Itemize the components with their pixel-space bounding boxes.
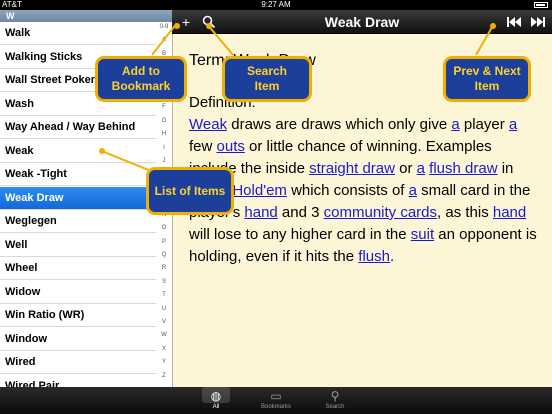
prev-item-button[interactable] bbox=[504, 13, 524, 31]
definition-link[interactable]: a bbox=[417, 160, 425, 177]
globe-icon: ◍ bbox=[210, 389, 222, 403]
definition-text: Weak draws are draws which only give a p… bbox=[189, 114, 539, 268]
index-letter[interactable]: I bbox=[156, 145, 172, 151]
definition-link[interactable]: flush draw bbox=[429, 160, 497, 177]
list-item[interactable]: Wired bbox=[0, 351, 156, 374]
index-letter[interactable]: P bbox=[156, 239, 172, 245]
list-item[interactable]: Walk bbox=[0, 22, 156, 45]
tab-all[interactable]: ◍ All bbox=[186, 387, 246, 414]
index-letter[interactable]: R bbox=[156, 265, 172, 271]
list-item[interactable]: Window bbox=[0, 328, 156, 351]
callout-leader-dot bbox=[174, 23, 180, 29]
index-letter[interactable]: H bbox=[156, 131, 172, 137]
index-letter[interactable]: F bbox=[156, 104, 172, 110]
definition-segment: player bbox=[459, 116, 509, 133]
index-letter[interactable]: X bbox=[156, 346, 172, 352]
book-icon: ▭ bbox=[270, 389, 282, 403]
prev-icon bbox=[507, 17, 521, 27]
callout-label: Prev & Next Item bbox=[453, 64, 521, 93]
next-icon bbox=[531, 17, 545, 27]
definition-segment: draws are draws which only give bbox=[227, 116, 452, 133]
status-time: 9:27 AM bbox=[261, 0, 291, 9]
callout-leader-dot bbox=[99, 148, 105, 154]
definition-link[interactable]: a bbox=[451, 116, 459, 133]
index-letter[interactable]: Y bbox=[156, 359, 172, 365]
definition-link[interactable]: suit bbox=[411, 226, 434, 243]
index-letter[interactable]: J bbox=[156, 158, 172, 164]
list-item[interactable]: Wheel bbox=[0, 257, 156, 280]
callout-leader-dot bbox=[206, 23, 212, 29]
status-bar: AT&T 9:27 AM bbox=[0, 0, 552, 10]
index-letter[interactable]: T bbox=[156, 292, 172, 298]
prev-next-callout: Prev & Next Item bbox=[443, 56, 531, 102]
definition-segment: will lose to any higher card in the bbox=[189, 226, 411, 243]
tab-label: All bbox=[212, 404, 220, 410]
definition-segment: and 3 bbox=[277, 204, 324, 221]
toolbar: + Weak Draw bbox=[172, 10, 552, 34]
definition-link[interactable]: flush bbox=[358, 248, 390, 265]
next-item-button[interactable] bbox=[528, 13, 548, 31]
list-item[interactable]: Way Ahead / Way Behind bbox=[0, 116, 156, 139]
tab-bookmarks[interactable]: ▭ Bookmarks bbox=[246, 387, 306, 414]
definition-link[interactable]: straight draw bbox=[309, 160, 395, 177]
index-letter[interactable]: G bbox=[156, 118, 172, 124]
list-item[interactable]: Weak -Tight bbox=[0, 163, 156, 186]
definition-link[interactable]: a bbox=[509, 116, 517, 133]
definition-link[interactable]: Weak bbox=[189, 116, 227, 133]
list-item[interactable]: Weak bbox=[0, 140, 156, 163]
list-item[interactable]: Well bbox=[0, 234, 156, 257]
index-letter[interactable]: Q bbox=[156, 252, 172, 258]
list-item[interactable]: Win Ratio (WR) bbox=[0, 304, 156, 327]
definition-segment: . bbox=[389, 248, 395, 265]
index-letter[interactable]: V bbox=[156, 319, 172, 325]
tab-search[interactable]: ⚲ Search bbox=[305, 387, 365, 414]
definition-segment: in bbox=[497, 160, 514, 177]
index-letter[interactable]: Z bbox=[156, 373, 172, 379]
definition-link[interactable]: community cards bbox=[324, 204, 437, 221]
definition-segment: , as this bbox=[437, 204, 493, 221]
definition-link[interactable]: hand bbox=[493, 204, 526, 221]
callout-label: List of Items bbox=[154, 183, 226, 198]
definition-link[interactable]: a bbox=[409, 182, 417, 199]
definition-segment: which consists of bbox=[286, 182, 409, 199]
tab-label: Bookmarks bbox=[260, 404, 291, 410]
list-item[interactable]: Weak Draw bbox=[0, 186, 156, 210]
page-title: Weak Draw bbox=[324, 14, 400, 30]
index-letter[interactable]: U bbox=[156, 306, 172, 312]
list-item[interactable]: Widow bbox=[0, 281, 156, 304]
definition-link[interactable]: hand bbox=[244, 204, 277, 221]
tab-label: Search bbox=[325, 404, 345, 410]
search-item-callout: Search Item bbox=[222, 56, 312, 102]
callout-label: Add to Bookmark bbox=[111, 64, 171, 93]
list-item[interactable]: Weglegen bbox=[0, 210, 156, 233]
list-item[interactable]: Wired Pair bbox=[0, 375, 156, 388]
index-letter[interactable]: W bbox=[156, 332, 172, 338]
add-bookmark-callout: Add to Bookmark bbox=[95, 56, 187, 102]
definition-segment: few bbox=[189, 138, 217, 155]
callout-leader-dot bbox=[490, 23, 496, 29]
index-letter[interactable]: O bbox=[156, 225, 172, 231]
callout-label: Search Item bbox=[246, 64, 288, 93]
battery-icon bbox=[534, 0, 548, 10]
list-items-callout: List of Items bbox=[146, 167, 234, 215]
list-section-header: W bbox=[0, 10, 172, 22]
definition-segment: or bbox=[394, 160, 417, 177]
search-icon: ⚲ bbox=[330, 389, 340, 403]
index-letter[interactable]: S bbox=[156, 279, 172, 285]
section-letter: W bbox=[6, 11, 15, 21]
definition-link[interactable]: outs bbox=[217, 138, 245, 155]
tab-bar: ◍ All ▭ Bookmarks ⚲ Search bbox=[0, 387, 552, 414]
